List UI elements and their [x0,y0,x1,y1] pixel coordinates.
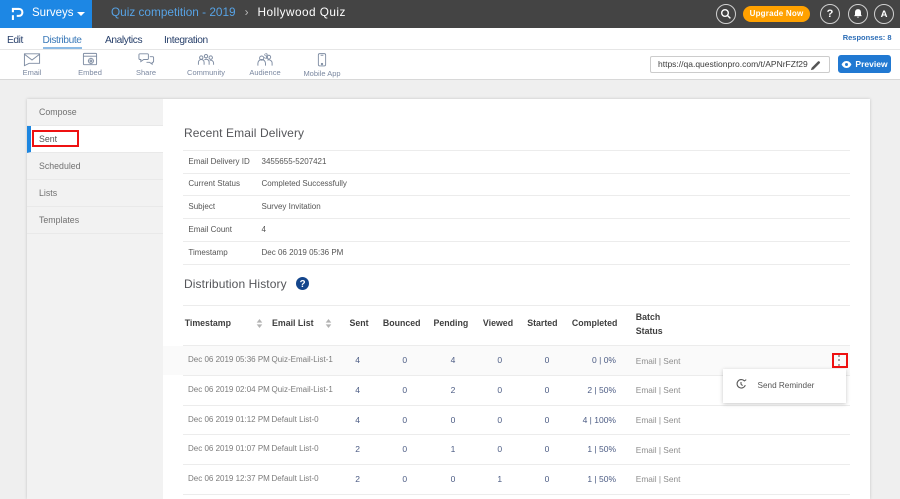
svg-text:?: ? [299,279,305,290]
